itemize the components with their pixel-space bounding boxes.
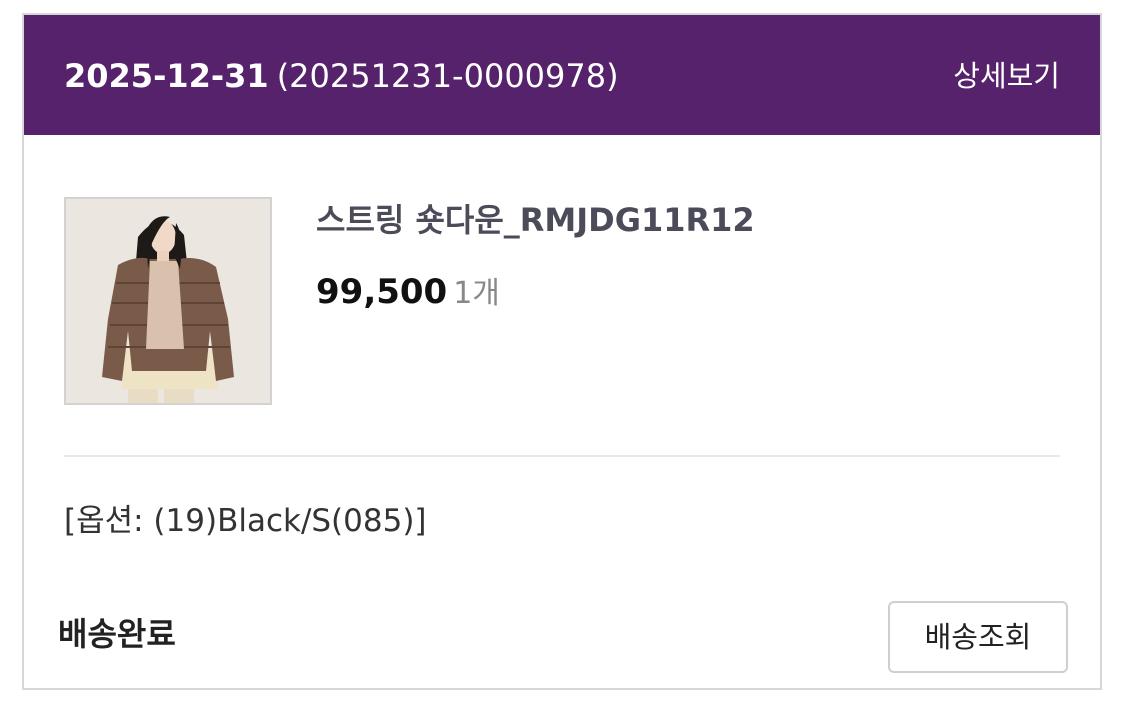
product-name[interactable]: 스트링 숏다운_RMJDG11R12	[316, 199, 755, 241]
order-date: 2025-12-31	[64, 57, 269, 95]
product-option: [옵션: (19)Black/S(085)]	[64, 503, 427, 539]
order-card: 2025-12-31 (20251231-0000978) 상세보기 스트링 숏다…	[22, 13, 1102, 690]
order-header: 2025-12-31 (20251231-0000978) 상세보기	[24, 15, 1100, 135]
product-photo	[66, 199, 270, 403]
product-price: 99,500	[316, 272, 448, 312]
order-summary: 2025-12-31 (20251231-0000978)	[64, 55, 619, 97]
track-delivery-button[interactable]: 배송조회	[888, 601, 1068, 673]
price-row: 99,500 1개	[316, 271, 500, 315]
product-quantity: 1개	[453, 276, 500, 311]
delivery-status: 배송완료	[58, 615, 176, 653]
order-number: (20251231-0000978)	[276, 57, 619, 95]
section-divider	[64, 455, 1060, 457]
product-image[interactable]	[64, 197, 272, 405]
view-details-link[interactable]: 상세보기	[953, 57, 1060, 95]
